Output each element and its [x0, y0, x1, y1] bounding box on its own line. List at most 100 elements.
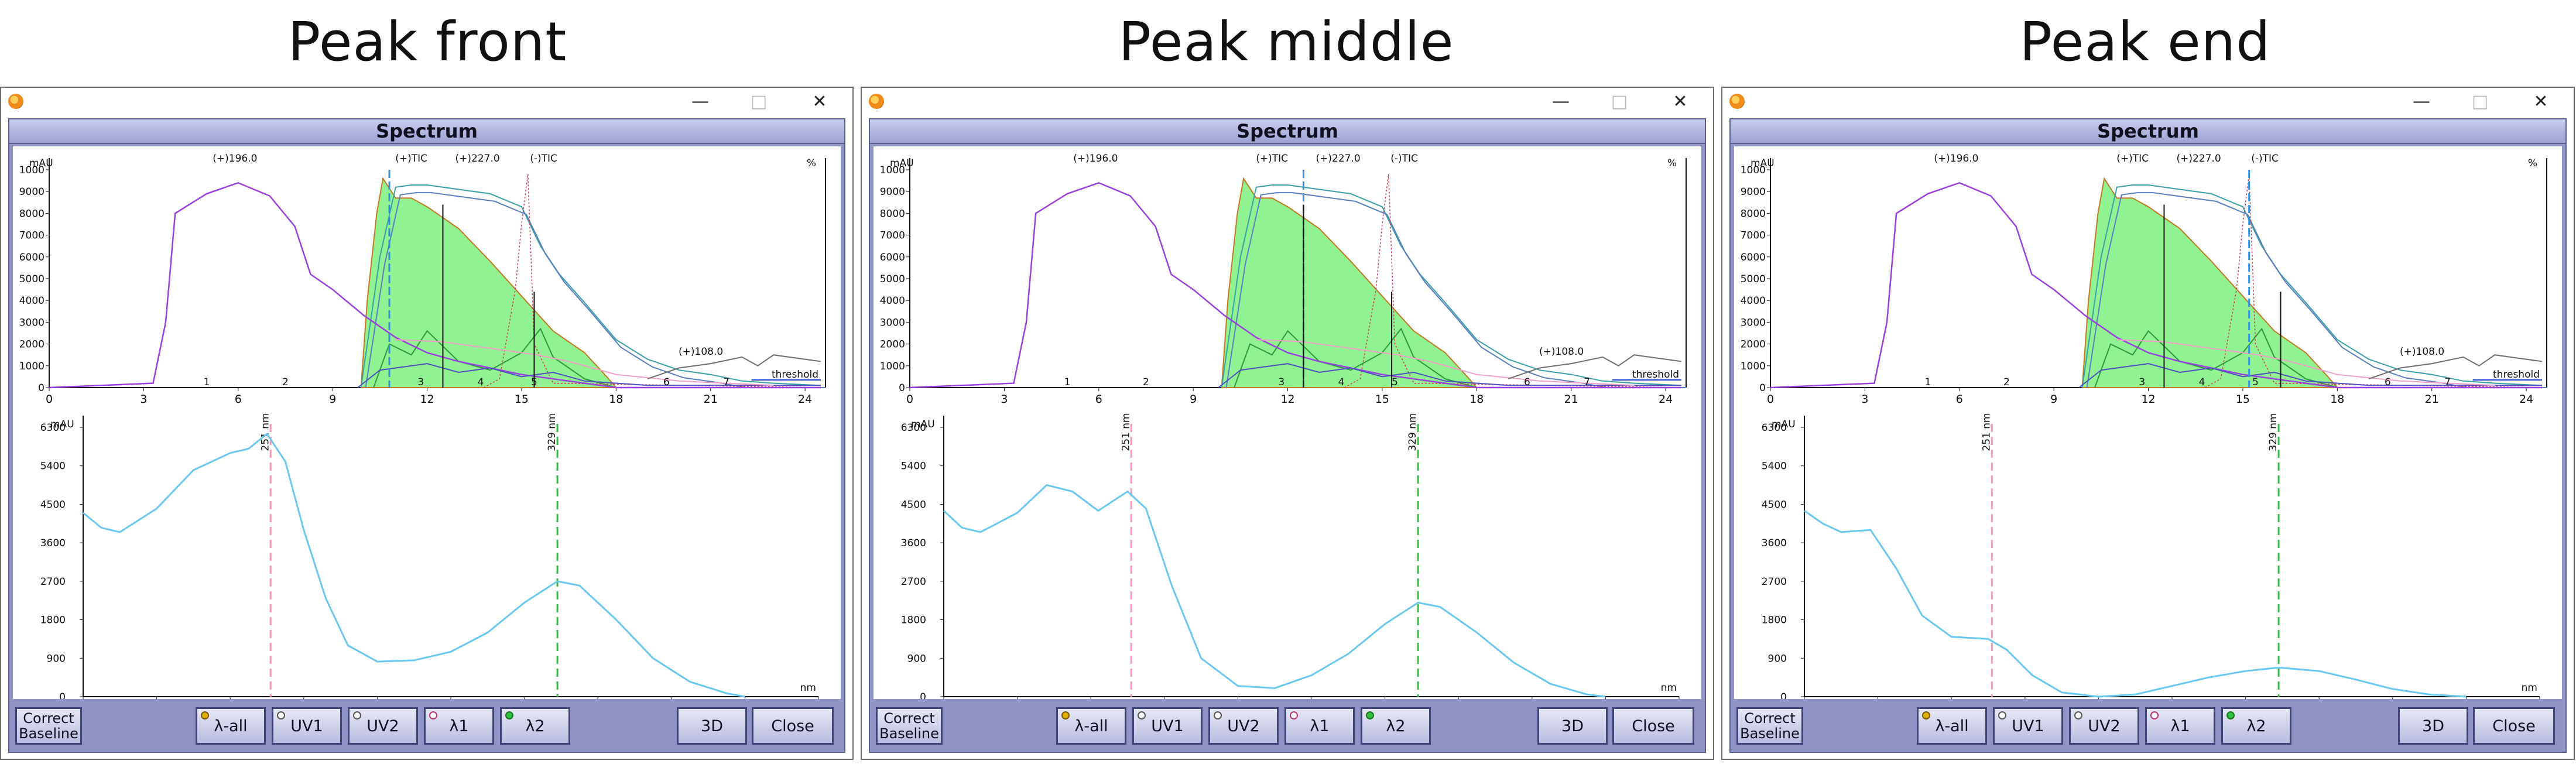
chrom-x-tick-label: 3 [1001, 393, 1008, 406]
correct-baseline-label-2: Baseline [1740, 725, 1800, 742]
correct-baseline-button[interactable]: Correct Baseline [1736, 707, 1803, 745]
spectrum-curve [83, 433, 745, 698]
chromatogram[interactable]: mAU %100090008000700060005000400030002000… [873, 146, 1699, 406]
radio-icon [1290, 711, 1298, 720]
lambda1-button[interactable]: λ1 [1284, 707, 1355, 745]
peak-number: 7 [1584, 376, 1590, 388]
uv2-button[interactable]: UV2 [1208, 707, 1279, 745]
lambda2-button[interactable]: λ2 [1361, 707, 1431, 745]
window-titlebar[interactable]: — □ ✕ [862, 88, 1713, 117]
3d-button[interactable]: 3D [1537, 707, 1608, 745]
correct-baseline-button[interactable]: Correct Baseline [876, 707, 943, 745]
uv2-button[interactable]: UV2 [348, 707, 418, 745]
chrom-x-tick-label: 21 [2425, 393, 2439, 406]
heading-peak-end: Peak end [2019, 11, 2271, 73]
spec-y-tick-label: 1800 [1762, 615, 1787, 626]
chrom-y-tick-label: 9000 [1741, 186, 1766, 198]
3d-button[interactable]: 3D [677, 707, 747, 745]
maximize-icon[interactable]: □ [747, 91, 770, 112]
close-button[interactable]: Close [1612, 707, 1694, 745]
maximize-icon[interactable]: □ [2468, 91, 2492, 112]
spec-y-tick-label: 2700 [1762, 576, 1787, 588]
lambda1-button[interactable]: λ1 [2145, 707, 2215, 745]
peak-number: 3 [417, 376, 424, 388]
chrom-x-tick-label: 21 [1564, 393, 1578, 406]
lambda2-button[interactable]: λ2 [500, 707, 570, 745]
lambda2-label: λ2 [1386, 717, 1406, 735]
peak-number: 6 [1524, 376, 1530, 388]
close-icon[interactable]: ✕ [2529, 91, 2553, 112]
lambda2-button[interactable]: λ2 [2221, 707, 2291, 745]
chromatogram[interactable]: mAU %100090008000700060005000400030002000… [13, 146, 838, 406]
panel-title: Spectrum [870, 119, 1705, 144]
app-icon [1729, 94, 1745, 109]
spectrum-panel: Spectrum mAU% 1000 9000 8000 7000 6000 5000 400… [8, 118, 845, 753]
window-titlebar[interactable]: — □ ✕ [1, 88, 852, 117]
uv1-button[interactable]: UV1 [272, 707, 342, 745]
correct-baseline-label-1: Correct [1744, 710, 1796, 727]
spec-y-tick-label: 5400 [40, 461, 66, 472]
maximize-icon[interactable]: □ [1608, 91, 1631, 112]
close-button[interactable]: Close [2473, 707, 2555, 745]
spectrum-curve [943, 484, 1606, 698]
trace-label-uv196: (+)196.0 [1934, 153, 1978, 165]
chrom-y-tick-label: 4000 [1741, 295, 1766, 307]
chrom-x-tick-label: 24 [2519, 393, 2533, 406]
trace-label-uv227: (+)227.0 [1316, 153, 1361, 165]
uv-spectrum[interactable]: mAUnm63005400450036002700180090002002202… [901, 413, 1690, 708]
close-icon[interactable]: ✕ [808, 91, 831, 112]
minimize-icon[interactable]: — [688, 91, 712, 112]
chrom-right-unit: % [807, 157, 816, 169]
uv2-button[interactable]: UV2 [2069, 707, 2139, 745]
correct-baseline-button[interactable]: Correct Baseline [15, 707, 82, 745]
chrom-y-tick-label: 1000 [19, 165, 44, 176]
close-button[interactable]: Close [752, 707, 834, 745]
correct-baseline-label-1: Correct [883, 710, 935, 727]
radio-selected-icon [201, 711, 209, 720]
lambda1-marker-label: 251 nm [1981, 413, 1992, 451]
radio-icon [1214, 711, 1222, 720]
chrom-x-tick-label: 12 [2141, 393, 2155, 406]
chrom-x-tick-label: 12 [420, 393, 434, 406]
chrom-y-tick-label: 2000 [880, 339, 905, 351]
spec-y-tick-label: 4500 [40, 499, 66, 511]
uv1-label: UV1 [2012, 717, 2044, 735]
lambda1-label: λ1 [2170, 717, 2190, 735]
spec-y-tick-label: 5400 [901, 461, 926, 472]
uv1-button[interactable]: UV1 [1132, 707, 1203, 745]
chrom-x-tick-label: 15 [515, 393, 529, 406]
lambda-all-button[interactable]: λ-all [196, 707, 266, 745]
close-icon[interactable]: ✕ [1669, 91, 1692, 112]
window-titlebar[interactable]: — □ ✕ [1722, 88, 2574, 117]
peak-number: 2 [1143, 376, 1149, 388]
peak-number: 7 [723, 376, 729, 388]
3d-button[interactable]: 3D [2398, 707, 2468, 745]
chrom-y-tick-label: 3000 [1741, 317, 1766, 328]
lambda1-button[interactable]: λ1 [424, 707, 494, 745]
lambda-all-button[interactable]: λ-all [1056, 707, 1126, 745]
spec-y-tick-label: 2700 [40, 576, 66, 588]
minimize-icon[interactable]: — [1549, 91, 1573, 112]
spec-y-tick-label: 900 [47, 653, 66, 664]
uv1-label: UV1 [290, 717, 323, 735]
chrom-y-tick-label: 5000 [1741, 273, 1766, 285]
chrom-y-tick-label: 8000 [880, 208, 905, 220]
chrom-y-tick-label: 0 [1759, 382, 1766, 394]
chrom-x-tick-label: 18 [2330, 393, 2344, 406]
chromatogram[interactable]: mAU %100090008000700060005000400030002000… [1734, 146, 2560, 406]
plot-area: mAU% 1000 9000 8000 7000 6000 5000 4000 3000 2000… [873, 146, 1701, 708]
chrom-y-tick-label: 0 [38, 382, 44, 394]
chrom-y-tick-label: 7000 [880, 230, 905, 242]
lambda-all-button[interactable]: λ-all [1917, 707, 1987, 745]
chrom-y-tick-label: 4000 [19, 295, 44, 307]
trace-label-tic: (+)TIC [1256, 153, 1288, 165]
correct-baseline-label-2: Baseline [19, 725, 78, 742]
radio-selected-icon [1061, 711, 1070, 720]
peak-number: 1 [204, 376, 210, 388]
radio-icon [2074, 711, 2082, 720]
minimize-icon[interactable]: — [2410, 91, 2433, 112]
uv1-button[interactable]: UV1 [1993, 707, 2063, 745]
uv-spectrum[interactable]: mAUnm63005400450036002700180090002002202… [1762, 413, 2550, 708]
spec-y-tick-label: 1800 [901, 615, 926, 626]
uv-spectrum[interactable]: mAUnm63005400450036002700180090002002202… [40, 413, 829, 708]
